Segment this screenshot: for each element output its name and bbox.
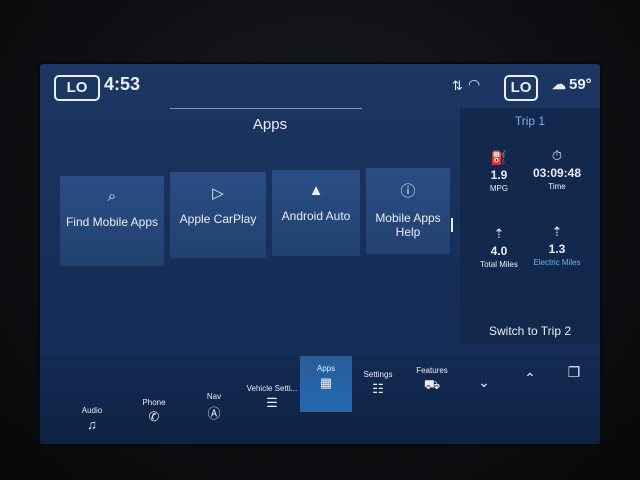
android-auto-icon: ▲: [308, 182, 324, 199]
nav-label: Settings: [363, 370, 393, 379]
stat-value: 03:09:48: [532, 166, 582, 180]
android-auto-tile[interactable]: ▲ Android Auto: [272, 170, 360, 256]
truck-icon: ⛟: [423, 377, 441, 392]
nav-label: Apps: [316, 364, 336, 373]
switch-trip-button[interactable]: Switch to Trip 2: [470, 324, 590, 338]
clock: 4:53: [104, 74, 141, 94]
layers-icon: ❐: [567, 364, 581, 380]
stat-value: 1.9: [490, 168, 508, 182]
apps-header-divider: [170, 108, 362, 109]
nav-apps[interactable]: Apps ▦: [300, 356, 352, 412]
tile-label: Find Mobile Apps: [65, 215, 159, 229]
time-stat: ⏱ 03:09:48 Time: [526, 148, 588, 191]
stat-value: 4.0: [490, 244, 508, 258]
outside-temp-value: 59°: [569, 76, 592, 93]
nav-navigation[interactable]: Nav Ⓐ: [186, 392, 242, 422]
music-note-icon: ♫: [87, 417, 97, 432]
infotainment-screen: LO 4:53 ⇅ ◠ LO ☁ 59° Apps ⌕ Find Mobile A…: [40, 64, 600, 444]
fuel-efficiency-icon: ⛽: [490, 150, 508, 165]
phone-icon: ✆: [148, 409, 160, 424]
right-climate-temp-button[interactable]: LO: [504, 75, 538, 101]
help-icon: ⓘ: [400, 183, 416, 200]
bottom-nav: Audio ♫ Phone ✆ Nav Ⓐ Vehicle Setti... ☰…: [40, 356, 600, 444]
chevron-down-icon: ⌄: [478, 374, 490, 390]
outside-temp: ☁ 59°: [552, 76, 592, 93]
carplay-icon: ▷: [212, 185, 224, 202]
nav-vehicle-settings[interactable]: Vehicle Setti... ☰: [244, 384, 300, 411]
total-miles-stat: ⇡ 4.0 Total Miles: [468, 226, 530, 269]
chevron-up-button[interactable]: ⌃: [508, 364, 552, 387]
nav-settings[interactable]: Settings ☷: [354, 370, 402, 397]
vehicle-settings-icon: ☰: [266, 395, 278, 410]
signal-icon: ⇅: [452, 78, 463, 93]
compass-icon: Ⓐ: [207, 406, 221, 421]
nav-phone[interactable]: Phone ✆: [126, 398, 182, 425]
road-icon: ⇡: [493, 226, 505, 241]
apple-carplay-tile[interactable]: ▷ Apple CarPlay: [170, 172, 266, 258]
stat-label: Electric Miles: [533, 258, 581, 267]
find-mobile-apps-tile[interactable]: ⌕ Find Mobile Apps: [60, 176, 164, 266]
nav-audio[interactable]: Audio ♫: [64, 406, 120, 432]
trip-panel: Trip 1 ⛽ 1.9 MPG ⏱ 03:09:48 Time ⇡ 4.0 T…: [460, 108, 600, 344]
apps-grid-icon: ▦: [319, 375, 333, 390]
tile-label: Mobile Apps Help: [375, 211, 441, 239]
tile-label: Apple CarPlay: [179, 212, 257, 226]
stat-label: Total Miles: [480, 260, 518, 269]
nav-label: Vehicle Setti...: [246, 384, 298, 393]
stopwatch-icon: ⏱: [551, 148, 563, 163]
scroll-indicator[interactable]: [451, 218, 453, 232]
nav-label: Nav: [206, 392, 222, 401]
outside-temp-icon: ☁: [552, 76, 566, 92]
electric-road-icon: ⇡: [551, 224, 563, 239]
sliders-icon: ☷: [372, 381, 384, 396]
nav-label: Features: [416, 366, 448, 375]
chevron-up-icon: ⌃: [524, 370, 536, 386]
find-apps-icon: ⌕: [107, 188, 117, 205]
status-bar: LO 4:53 ⇅ ◠ LO ☁ 59°: [40, 64, 600, 108]
tile-label: Android Auto: [281, 209, 351, 223]
page-title: Apps: [252, 116, 288, 133]
mpg-stat: ⛽ 1.9 MPG: [468, 150, 530, 193]
wifi-icon: ◠: [468, 76, 481, 92]
stat-label: Time: [548, 182, 566, 191]
chevron-down-button[interactable]: ⌄: [462, 368, 506, 391]
stat-value: 1.3: [548, 242, 566, 256]
layers-button[interactable]: ❐: [552, 358, 596, 381]
stat-label: MPG: [489, 184, 509, 193]
electric-miles-stat: ⇡ 1.3 Electric Miles: [526, 224, 588, 267]
trip-title[interactable]: Trip 1: [460, 114, 600, 128]
left-climate-temp-button[interactable]: LO: [54, 75, 100, 101]
nav-features[interactable]: Features ⛟: [406, 366, 458, 395]
nav-label: Phone: [142, 398, 166, 407]
mobile-apps-help-tile[interactable]: ⓘ Mobile Apps Help: [366, 168, 450, 254]
nav-label: Audio: [81, 406, 103, 415]
